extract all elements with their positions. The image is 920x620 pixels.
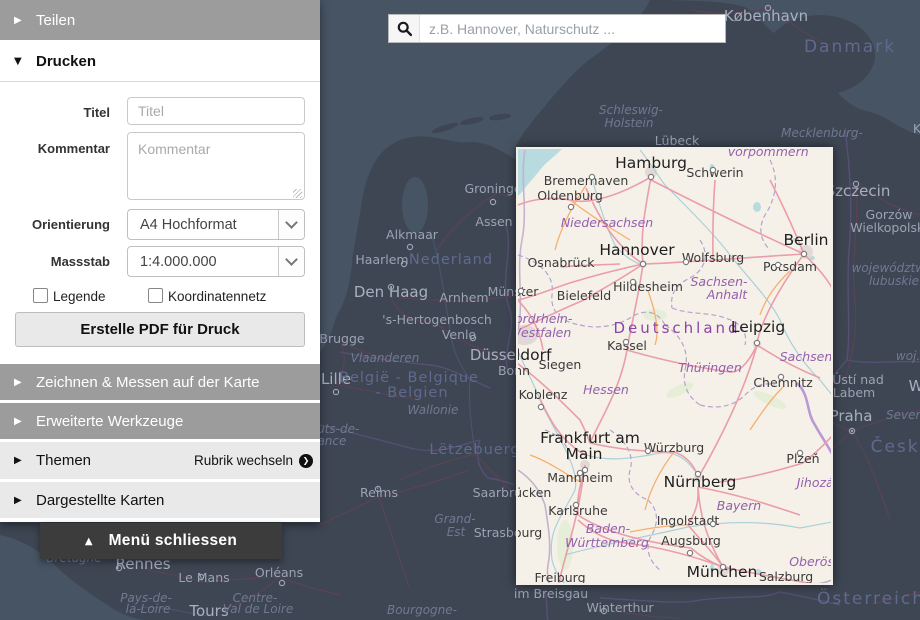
sidebar-item-teilen[interactable]: ▶ Teilen [0, 0, 320, 40]
legende-checkbox[interactable] [33, 288, 48, 303]
sidebar-item-themen[interactable]: ▶ Themen Rubrik wechseln ❯ [0, 442, 320, 479]
selected-value: A4 Hochformat [128, 217, 278, 233]
sidebar-item-drucken[interactable]: ▼ Drucken [0, 42, 320, 80]
divider [0, 81, 320, 82]
chevron-up-icon: ▲ [85, 536, 93, 547]
sidebar-panel: ▶ Teilen ▼ Drucken Titel Kommentar Orien… [0, 0, 320, 522]
selected-value: 1:4.000.000 [128, 254, 278, 270]
search-icon[interactable] [389, 15, 420, 42]
menu-close-button[interactable]: ▲ Menü schliessen [40, 523, 282, 559]
section-label: Teilen [36, 12, 75, 29]
massstab-select[interactable]: 1:4.000.000 [127, 246, 305, 277]
section-label: Dargestellte Karten [36, 492, 164, 509]
checkbox-row: Legende Koordinatennetz [0, 288, 320, 303]
kommentar-textarea[interactable] [127, 132, 305, 200]
massstab-label: Massstab [0, 254, 110, 269]
preview-map: VorpommernHamburgSchwerinBremerhavenOlde… [518, 149, 831, 583]
sidebar-item-zeichnen[interactable]: ▶ Zeichnen & Messen auf der Karte [0, 364, 320, 400]
titel-label: Titel [0, 105, 110, 120]
search-box [388, 14, 726, 43]
orientierung-label: Orientierung [0, 217, 110, 232]
rubrik-wechseln-link[interactable]: Rubrik wechseln [194, 453, 293, 468]
arrow-right-circle-icon[interactable]: ❯ [299, 454, 313, 468]
magnifier-glyph [396, 20, 413, 37]
chevron-right-icon: ▶ [14, 455, 28, 466]
select-dropdown-button[interactable] [278, 210, 304, 239]
legende-label: Legende [53, 289, 106, 304]
chevron-right-icon: ▶ [14, 15, 28, 26]
chevron-right-icon: ▶ [14, 416, 28, 427]
koordinatennetz-checkbox[interactable] [148, 288, 163, 303]
create-pdf-button[interactable]: Erstelle PDF für Druck [15, 312, 305, 347]
search-input[interactable] [420, 15, 725, 42]
titel-input[interactable] [127, 97, 305, 125]
kommentar-label: Kommentar [0, 141, 110, 156]
chevron-down-icon [285, 253, 298, 266]
chevron-down-icon [285, 216, 298, 229]
section-label: Zeichnen & Messen auf der Karte [36, 374, 259, 391]
select-dropdown-button[interactable] [278, 247, 304, 276]
menu-close-label: Menü schliessen [109, 532, 238, 550]
section-label: Drucken [36, 53, 96, 70]
chevron-right-icon: ▶ [14, 495, 28, 506]
print-extent-preview: VorpommernHamburgSchwerinBremerhavenOlde… [516, 147, 833, 585]
sidebar-item-erweiterte-werkzeuge[interactable]: ▶ Erweiterte Werkzeuge [0, 403, 320, 439]
chevron-down-icon: ▼ [14, 56, 28, 67]
section-label: Erweiterte Werkzeuge [36, 413, 183, 430]
orientierung-select[interactable]: A4 Hochformat [127, 209, 305, 240]
section-label: Themen [36, 452, 91, 469]
praha-marker-dot [851, 430, 853, 432]
koordinatennetz-label: Koordinatennetz [168, 289, 266, 304]
sidebar-item-dargestellte-karten[interactable]: ▶ Dargestellte Karten [0, 482, 320, 518]
chevron-right-icon: ▶ [14, 377, 28, 388]
